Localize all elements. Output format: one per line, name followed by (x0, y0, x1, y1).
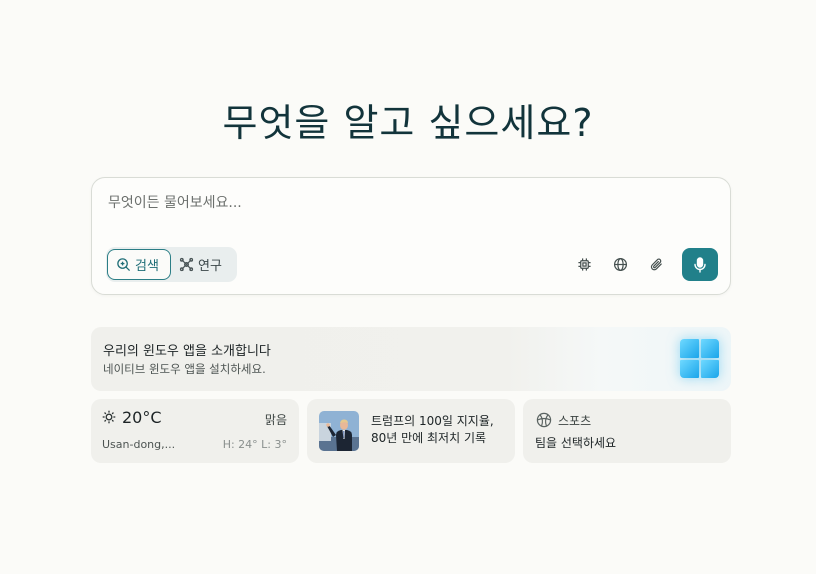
research-mode-label: 연구 (198, 259, 222, 274)
attach-button[interactable] (638, 248, 674, 281)
windows-logo-icon (680, 339, 719, 378)
sports-label: 스포츠 (558, 414, 592, 428)
search-mode-label: 검색 (135, 259, 159, 274)
weather-temperature: 20°C (122, 408, 162, 427)
mode-toggle: 검색 연구 (106, 247, 237, 282)
page: 무엇을 알고 싶으세요? 검색 연구 (0, 0, 816, 574)
basketball-icon (536, 412, 552, 428)
news-card[interactable]: 트럼프의 100일 지지율, 80년 만에 최저치 기록 (307, 399, 515, 463)
news-thumbnail (319, 411, 359, 451)
search-mode-button[interactable]: 검색 (107, 249, 171, 280)
voice-input-button[interactable] (682, 248, 718, 281)
microphone-icon (694, 256, 706, 273)
composer-tools (566, 248, 718, 281)
research-icon (179, 257, 194, 272)
windows-app-promo[interactable]: 우리의 윈도우 앱을 소개합니다 네이티브 윈도우 앱을 설치하세요. (91, 327, 731, 391)
ask-composer: 검색 연구 (91, 177, 731, 295)
weather-location: Usan-dong,... (102, 438, 176, 451)
model-chip-button[interactable] (566, 248, 602, 281)
search-icon (117, 258, 131, 272)
weather-card[interactable]: 20°C 맑음 Usan-dong,... H: 24° L: 3° (91, 399, 299, 463)
sources-button[interactable] (602, 248, 638, 281)
promo-title: 우리의 윈도우 앱을 소개합니다 (103, 344, 271, 359)
sun-icon (102, 410, 116, 424)
news-headline: 트럼프의 100일 지지율, 80년 만에 최저치 기록 (371, 414, 494, 445)
ask-input[interactable] (108, 190, 708, 216)
sports-choose-team: 팀을 선택하세요 (535, 436, 617, 450)
promo-subtitle: 네이티브 윈도우 앱을 설치하세요. (103, 362, 266, 376)
weather-high-low: H: 24° L: 3° (222, 438, 287, 451)
weather-condition: 맑음 (264, 413, 287, 427)
chip-icon (577, 258, 591, 271)
research-mode-button[interactable]: 연구 (171, 249, 230, 280)
sports-card[interactable]: 스포츠 팀을 선택하세요 (523, 399, 731, 463)
hero-title: 무엇을 알고 싶으세요? (222, 101, 594, 145)
paperclip-icon (650, 258, 662, 271)
globe-icon (613, 257, 627, 272)
